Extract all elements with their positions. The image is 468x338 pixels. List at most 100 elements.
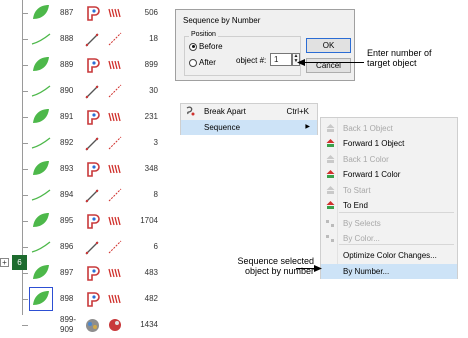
- group-stitch-icon: [109, 319, 121, 331]
- fill-object-icon: [87, 292, 100, 307]
- tree-branch: [22, 117, 28, 118]
- position-label: Position: [189, 31, 218, 38]
- leaf-thumbnail-icon: [33, 213, 49, 227]
- menu-separator: [339, 212, 454, 213]
- object-number: 887: [60, 8, 74, 17]
- submenu-item-forward-1-color[interactable]: Forward 1 Color: [321, 167, 457, 182]
- sequence-selected-callout: Sequence selected object by number: [237, 256, 314, 276]
- cancel-button[interactable]: Cancel: [306, 58, 351, 73]
- object-number: 892: [60, 138, 74, 147]
- object-row[interactable]: 899- 909 1434: [0, 312, 160, 338]
- after-radio[interactable]: [189, 58, 197, 67]
- object-number-input[interactable]: 1: [270, 53, 292, 66]
- object-row[interactable]: 889 899: [0, 52, 160, 78]
- dialog-title: Sequence by Number: [183, 16, 261, 25]
- fill-object-icon: [87, 6, 100, 21]
- callout-arrow-line: [300, 62, 364, 63]
- object-number: 893: [60, 164, 74, 173]
- object-row[interactable]: 891 231: [0, 104, 160, 130]
- object-number: 899- 909: [60, 315, 77, 334]
- object-row[interactable]: 888 18: [0, 26, 160, 52]
- fill-object-icon: [87, 214, 100, 229]
- stem-thumbnail-icon: [31, 85, 51, 97]
- stitch-count: 18: [149, 34, 158, 43]
- stitch-count: 483: [144, 268, 158, 277]
- submenu-item-label: Forward 1 Color: [343, 170, 401, 179]
- by-color-icon: [326, 235, 334, 242]
- before-radio[interactable]: [189, 42, 197, 51]
- satin-stitch-icon: [108, 294, 121, 304]
- stitch-count: 6: [153, 242, 158, 251]
- back-1-object-icon: [326, 124, 335, 132]
- object-row[interactable]: 895 1704: [0, 208, 160, 234]
- object-number: 888: [60, 34, 74, 43]
- tree-branch: [22, 221, 28, 222]
- object-number: 891: [60, 112, 74, 121]
- object-row[interactable]: 898 482: [0, 286, 160, 312]
- expand-group-icon[interactable]: +: [0, 258, 9, 267]
- tree-branch: [22, 143, 28, 144]
- stem-thumbnail-icon: [31, 137, 51, 149]
- run-object-icon: [85, 137, 99, 151]
- stem-thumbnail-icon: [31, 189, 51, 201]
- run-stitch-icon: [108, 188, 122, 202]
- submenu-item-to-end[interactable]: To End: [321, 198, 457, 213]
- after-radio-row[interactable]: After: [189, 58, 216, 67]
- menu-item-label: Sequence: [204, 123, 241, 132]
- object-number: 895: [60, 216, 74, 225]
- submenu-item-forward-1-object[interactable]: Forward 1 Object: [321, 136, 457, 151]
- satin-stitch-icon: [108, 268, 121, 278]
- menu-item-label: Break Apart: [204, 107, 246, 116]
- before-radio-row[interactable]: Before: [189, 42, 223, 51]
- by-selects-icon: [326, 220, 334, 227]
- object-number: 896: [60, 242, 74, 251]
- object-row[interactable]: 890 30: [0, 78, 160, 104]
- tree-branch: [22, 169, 28, 170]
- menu-item-sequence[interactable]: Sequence ▶: [181, 120, 317, 135]
- tree-branch: [22, 39, 28, 40]
- menu-item-shortcut: Ctrl+K: [286, 107, 309, 116]
- stitch-count: 482: [144, 294, 158, 303]
- tree-branch: [22, 325, 28, 326]
- object-row[interactable]: 893 348: [0, 156, 160, 182]
- ok-button[interactable]: OK: [306, 38, 351, 53]
- stitch-count: 1704: [140, 216, 158, 225]
- run-object-icon: [85, 241, 99, 255]
- group-badge: 6: [12, 255, 27, 270]
- stitch-count: 348: [144, 164, 158, 173]
- submenu-item-back-1-object[interactable]: Back 1 Object: [321, 121, 457, 136]
- submenu-item-by-number[interactable]: By Number...: [321, 264, 457, 279]
- submenu-item-to-start[interactable]: To Start: [321, 183, 457, 198]
- callout-arrow-head: [297, 59, 305, 66]
- sequence-by-number-dialog: Sequence by Number Position Before After…: [175, 9, 355, 81]
- satin-stitch-icon: [108, 112, 121, 122]
- object-number: 897: [60, 268, 74, 277]
- stitch-count: 8: [153, 190, 158, 199]
- run-stitch-icon: [108, 84, 122, 98]
- tree-branch: [22, 13, 28, 14]
- object-row[interactable]: 894 8: [0, 182, 160, 208]
- to-start-icon: [326, 186, 335, 194]
- stitch-count: 506: [144, 8, 158, 17]
- submenu-item-back-1-color[interactable]: Back 1 Color: [321, 152, 457, 167]
- leaf-thumbnail-icon: [33, 5, 49, 19]
- satin-stitch-icon: [108, 60, 121, 70]
- group-object-icon: [86, 319, 99, 332]
- object-number: 890: [60, 86, 74, 95]
- tree-branch: [22, 299, 28, 300]
- stitch-count: 231: [144, 112, 158, 121]
- object-row[interactable]: 887 506: [0, 0, 160, 26]
- stitch-count: 1434: [140, 320, 158, 329]
- submenu-item-label: By Number...: [343, 267, 390, 276]
- callout-arrow-head: [314, 265, 322, 272]
- submenu-item-label: By Color...: [343, 234, 380, 243]
- run-stitch-icon: [108, 32, 122, 46]
- stem-thumbnail-icon: [31, 241, 51, 253]
- submenu-item-by-selects[interactable]: By Selects: [321, 216, 457, 231]
- submenu-item-label: Forward 1 Object: [343, 139, 405, 148]
- tree-branch: [22, 91, 28, 92]
- menu-item-break-apart[interactable]: Break Apart Ctrl+K: [181, 104, 317, 119]
- object-row[interactable]: 892 3: [0, 130, 160, 156]
- fill-object-icon: [87, 266, 100, 281]
- submenu-item-optimize-color-changes[interactable]: Optimize Color Changes...: [321, 248, 457, 263]
